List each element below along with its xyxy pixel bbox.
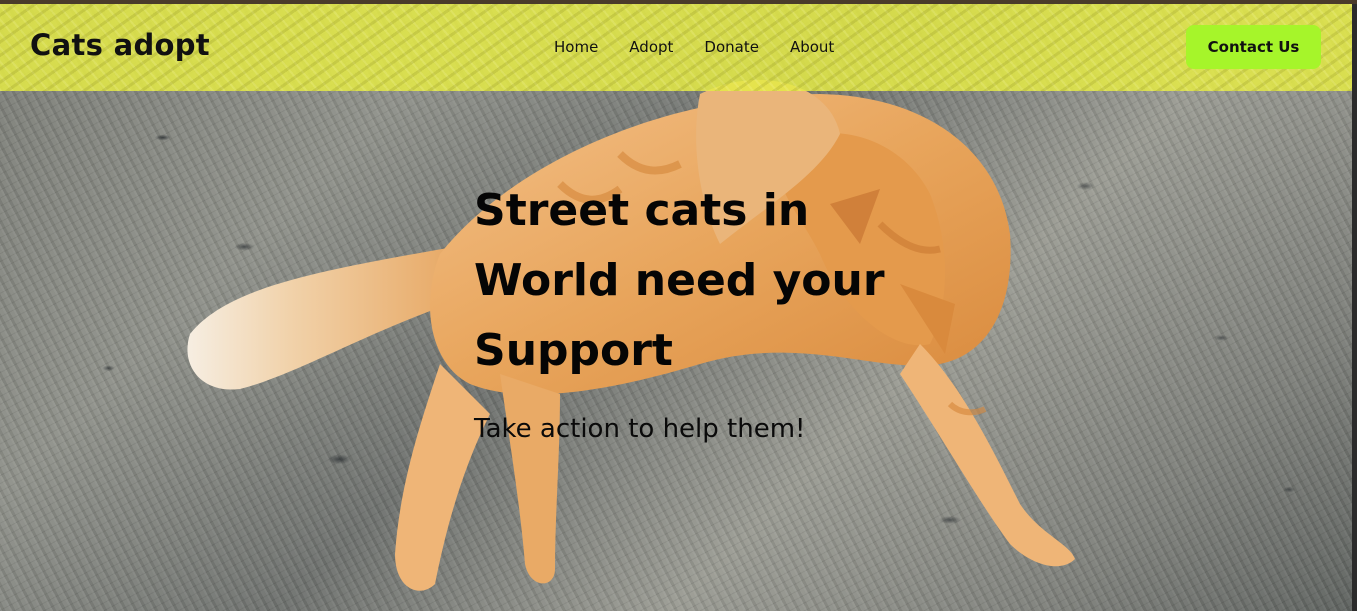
contact-us-button[interactable]: Contact Us [1186, 25, 1321, 69]
hero-title: Street cats in World need your Support [474, 185, 885, 376]
navbar: Cats adopt Home Adopt Donate About Conta… [0, 4, 1352, 91]
nav-menu: Home Adopt Donate About [554, 38, 834, 56]
nav-link-adopt[interactable]: Adopt [629, 38, 673, 56]
nav-link-donate[interactable]: Donate [704, 38, 759, 56]
brand-logo[interactable]: Cats adopt [30, 28, 210, 62]
hero-subtitle: Take action to help them! [474, 414, 806, 444]
nav-link-home[interactable]: Home [554, 38, 598, 56]
nav-link-about[interactable]: About [790, 38, 834, 56]
page: Cats adopt Home Adopt Donate About Conta… [0, 0, 1357, 611]
scrollbar[interactable] [1352, 4, 1357, 611]
